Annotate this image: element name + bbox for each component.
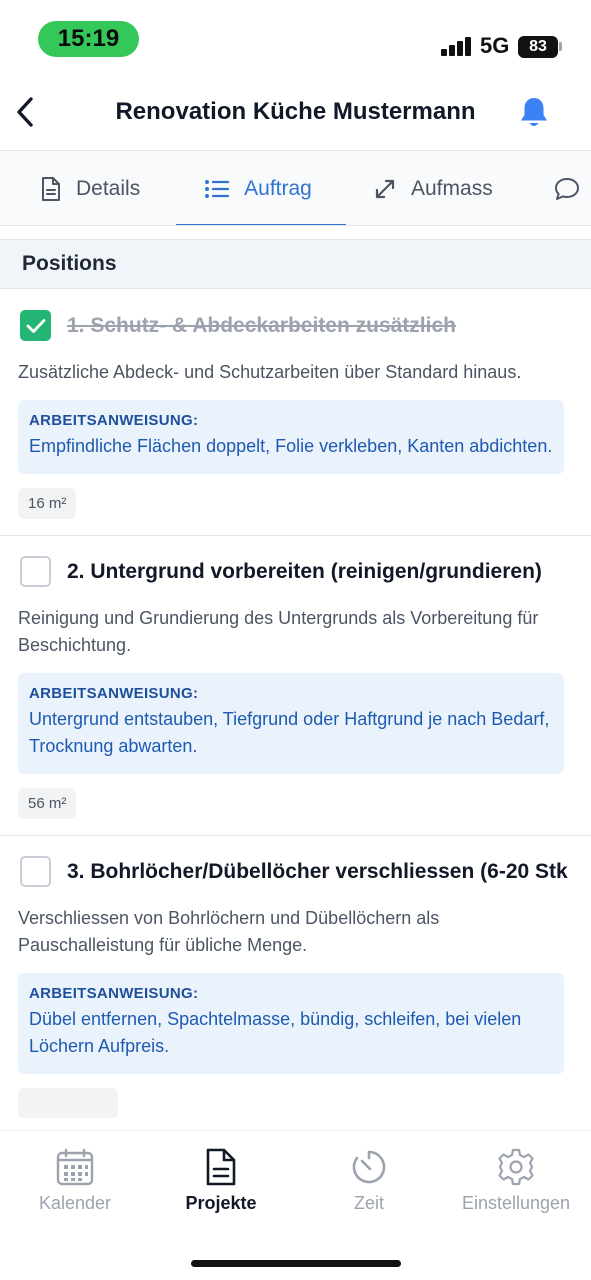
- work-instruction: ARBEITSANWEISUNG: Untergrund entstauben,…: [18, 673, 564, 774]
- home-indicator: [191, 1260, 401, 1267]
- list-icon: [205, 180, 230, 198]
- timer-icon: [352, 1150, 386, 1184]
- gear-icon: [498, 1148, 534, 1186]
- position-item: 1. Schutz- & Abdeckarbeiten zusätzlich Z…: [0, 290, 591, 536]
- position-description: Zusätzliche Abdeck- und Schutzarbeiten ü…: [18, 362, 522, 382]
- checkmark-icon: [26, 318, 45, 333]
- network-label: 5G: [480, 33, 510, 58]
- quantity-badge: 56 m²: [18, 788, 77, 819]
- battery-tip: [559, 42, 562, 51]
- page-title: Renovation Küche Mustermann: [115, 98, 476, 125]
- work-instruction: ARBEITSANWEISUNG: Empfindliche Flächen d…: [18, 400, 564, 474]
- bell-icon: [521, 98, 547, 126]
- work-instruction-label: ARBEITSANWEISUNG:: [29, 412, 199, 429]
- position-item: 3. Bohrlöcher/Dübellöcher verschliessen …: [0, 836, 591, 1130]
- calendar-icon: [56, 1148, 94, 1186]
- work-instruction-text: Dübel entfernen, Spachtelmasse, bündig, …: [29, 1009, 522, 1056]
- position-title: 2. Untergrund vorbereiten (reinigen/grun…: [67, 559, 542, 583]
- nav-zeit[interactable]: Zeit: [294, 1147, 444, 1214]
- app-header: Renovation Küche Mustermann: [0, 80, 591, 148]
- tab-aufmass-label: Aufmass: [411, 177, 493, 200]
- position-title: 1. Schutz- & Abdeckarbeiten zusätzlich: [67, 313, 456, 337]
- work-instruction: ARBEITSANWEISUNG: Dübel entfernen, Spach…: [18, 973, 564, 1074]
- position-title-row: 1. Schutz- & Abdeckarbeiten zusätzlich: [20, 310, 573, 341]
- tab-chat[interactable]: [553, 151, 581, 225]
- nav-projekte[interactable]: Projekte: [146, 1147, 296, 1214]
- tab-auftrag[interactable]: Auftrag: [176, 151, 346, 225]
- work-instruction-label: ARBEITSANWEISUNG:: [29, 985, 199, 1002]
- work-instruction-text: Untergrund entstauben, Tiefgrund oder Ha…: [29, 709, 550, 756]
- quantity-badge: [18, 1088, 118, 1118]
- work-instruction-text: Empfindliche Flächen doppelt, Folie verk…: [29, 436, 553, 456]
- resize-arrows-icon: [375, 179, 395, 199]
- nav-kalender-label: Kalender: [38, 1193, 112, 1213]
- position-checkbox[interactable]: [20, 310, 51, 341]
- notifications-button[interactable]: [516, 94, 552, 132]
- document-icon: [42, 177, 60, 201]
- position-item: 2. Untergrund vorbereiten (reinigen/grun…: [0, 536, 591, 836]
- signal-icon: [441, 36, 471, 56]
- tab-aufmass[interactable]: Aufmass: [373, 151, 493, 225]
- nav-kalender[interactable]: Kalender: [0, 1147, 150, 1214]
- quantity-badge: 16 m²: [18, 488, 77, 519]
- back-button[interactable]: [10, 92, 40, 132]
- position-title-row: 2. Untergrund vorbereiten (reinigen/grun…: [20, 556, 573, 587]
- chevron-left-icon: [17, 97, 33, 127]
- tab-bar: Details Auftrag Aufmass: [0, 150, 591, 226]
- position-description: Verschliessen von Bohrlöchern und Dübell…: [18, 908, 440, 955]
- nav-einstellungen[interactable]: Einstellungen: [441, 1147, 591, 1214]
- nav-projekte-label: Projekte: [185, 1193, 257, 1213]
- status-time: 15:19: [38, 21, 139, 57]
- position-checkbox[interactable]: [20, 556, 51, 587]
- battery-icon: 83: [518, 36, 558, 58]
- document-icon: [206, 1148, 236, 1186]
- chat-bubble-icon: [555, 178, 579, 200]
- nav-zeit-label: Zeit: [353, 1193, 384, 1213]
- position-checkbox[interactable]: [20, 856, 51, 887]
- status-bar: 15:19 5G 83: [0, 0, 591, 80]
- tab-auftrag-label: Auftrag: [244, 177, 312, 200]
- tab-details[interactable]: Details: [40, 151, 141, 225]
- position-title: 3. Bohrlöcher/Dübellöcher verschliessen …: [67, 859, 568, 883]
- active-tab-indicator: [176, 224, 346, 225]
- work-instruction-label: ARBEITSANWEISUNG:: [29, 685, 199, 702]
- positions-list: 1. Schutz- & Abdeckarbeiten zusätzlich Z…: [0, 290, 591, 1130]
- position-description: Reinigung und Grundierung des Untergrund…: [18, 608, 539, 655]
- position-title-row: 3. Bohrlöcher/Dübellöcher verschliessen …: [20, 856, 573, 887]
- nav-einstellungen-label: Einstellungen: [461, 1193, 571, 1213]
- bottom-nav: Kalender Projekte Zeit Einstellungen: [0, 1130, 591, 1280]
- tab-details-label: Details: [76, 177, 141, 200]
- section-header: Positions: [0, 239, 591, 289]
